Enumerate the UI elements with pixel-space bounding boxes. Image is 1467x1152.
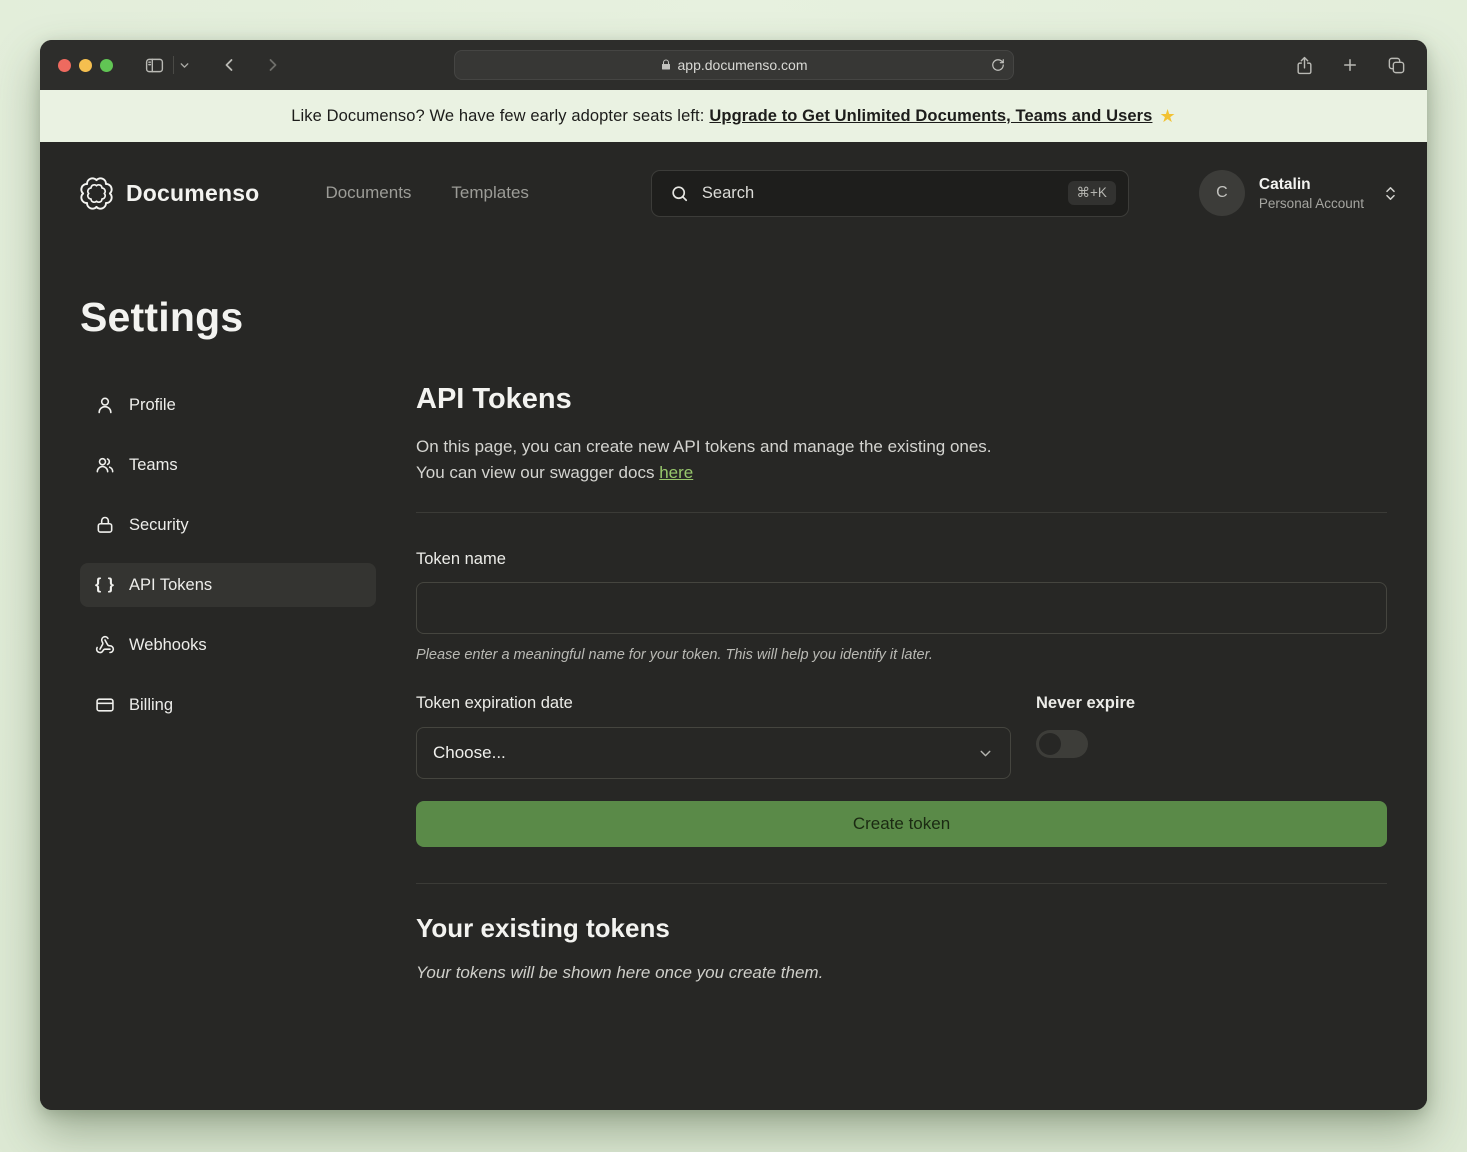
token-name-input[interactable] — [416, 582, 1387, 634]
sidebar-item-api-tokens[interactable]: { } API Tokens — [80, 563, 376, 607]
sidebar-item-label: Security — [129, 516, 189, 535]
search-shortcut: ⌘+K — [1068, 181, 1116, 205]
lock-glyph — [660, 59, 672, 71]
tabs-icon — [1387, 56, 1406, 75]
sidebar-toggle-button[interactable] — [139, 50, 169, 80]
expiry-field: Token expiration date Choose... — [416, 694, 1011, 779]
search-input[interactable]: Search ⌘+K — [651, 170, 1129, 217]
promo-banner: Like Documenso? We have few early adopte… — [40, 90, 1427, 142]
avatar-initial: C — [1216, 184, 1228, 202]
sidebar-item-label: Teams — [129, 456, 178, 475]
sidebar-item-label: Billing — [129, 696, 173, 715]
tab-overview-button[interactable] — [1381, 50, 1411, 80]
sidebar-item-security[interactable]: Security — [80, 503, 376, 547]
toggle-knob — [1039, 733, 1061, 755]
expiry-label: Token expiration date — [416, 694, 573, 712]
chevrons-up-down-icon — [1382, 185, 1399, 202]
chevron-left-icon — [219, 55, 239, 75]
description-line2: You can view our swagger docs — [416, 463, 654, 482]
search-placeholder: Search — [702, 184, 1055, 203]
account-text: Catalin Personal Account — [1259, 176, 1364, 211]
expiry-row: Token expiration date Choose... Never ex… — [416, 694, 1387, 779]
account-menu[interactable]: C Catalin Personal Account — [1199, 170, 1399, 216]
expiry-select[interactable]: Choose... — [416, 727, 1011, 779]
tab-group-chevron-button[interactable] — [178, 59, 198, 72]
address-bar[interactable]: app.documenso.com — [454, 50, 1014, 80]
swagger-docs-link[interactable]: here — [659, 463, 693, 482]
nav-templates[interactable]: Templates — [451, 183, 528, 203]
sidebar-item-billing[interactable]: Billing — [80, 683, 376, 727]
brand-name: Documenso — [126, 180, 259, 207]
sidebar-item-label: Profile — [129, 396, 176, 415]
lock-icon — [660, 59, 672, 71]
app-header: Documenso Documents Templates Search ⌘+K… — [40, 142, 1427, 244]
chevron-down-icon — [977, 745, 994, 762]
description-line1: On this page, you can create new API tok… — [416, 437, 992, 456]
main-nav: Documents Templates — [325, 183, 528, 203]
create-token-button[interactable]: Create token — [416, 801, 1387, 847]
url-text: app.documenso.com — [678, 57, 808, 73]
settings-sidebar: Profile Teams Security — [80, 383, 376, 983]
lock-icon — [94, 515, 116, 535]
star-icon: ★ — [1159, 106, 1175, 127]
token-name-hint: Please enter a meaningful name for your … — [416, 647, 1387, 663]
never-expire-toggle[interactable] — [1036, 730, 1088, 758]
settings-page: Settings Profile Teams — [40, 244, 1427, 983]
sidebar-item-teams[interactable]: Teams — [80, 443, 376, 487]
webhook-icon — [94, 635, 116, 655]
sidebar-icon — [144, 55, 165, 76]
never-expire-label: Never expire — [1036, 694, 1135, 712]
banner-text: Like Documenso? We have few early adopte… — [291, 107, 704, 126]
avatar: C — [1199, 170, 1245, 216]
nav-documents[interactable]: Documents — [325, 183, 411, 203]
expiry-selected-value: Choose... — [433, 743, 977, 763]
section-heading: API Tokens — [416, 383, 1387, 416]
chevron-right-icon — [263, 55, 283, 75]
app-content: Documenso Documents Templates Search ⌘+K… — [40, 142, 1427, 1110]
plus-icon — [1341, 56, 1359, 74]
section-description: On this page, you can create new API tok… — [416, 434, 1387, 486]
never-expire-field: Never expire — [1036, 694, 1135, 779]
minimize-window-button[interactable] — [79, 59, 92, 72]
new-tab-button[interactable] — [1335, 50, 1365, 80]
reload-button[interactable] — [991, 58, 1005, 72]
divider — [416, 512, 1387, 513]
sidebar-item-label: API Tokens — [129, 576, 212, 595]
credit-card-icon — [94, 695, 116, 715]
sidebar-item-webhooks[interactable]: Webhooks — [80, 623, 376, 667]
account-name: Catalin — [1259, 176, 1364, 194]
brand[interactable]: Documenso — [80, 177, 259, 210]
existing-tokens-empty-text: Your tokens will be shown here once you … — [416, 963, 1387, 983]
close-window-button[interactable] — [58, 59, 71, 72]
search-icon — [670, 184, 689, 203]
share-icon — [1295, 56, 1314, 75]
existing-tokens-heading: Your existing tokens — [416, 913, 1387, 944]
token-name-label: Token name — [416, 550, 1387, 569]
traffic-lights — [58, 59, 113, 72]
forward-button[interactable] — [258, 50, 288, 80]
browser-toolbar: app.documenso.com — [40, 40, 1427, 90]
sidebar-item-profile[interactable]: Profile — [80, 383, 376, 427]
back-button[interactable] — [214, 50, 244, 80]
users-icon — [94, 455, 116, 475]
chevron-down-icon — [178, 59, 191, 72]
browser-window: app.documenso.com — [40, 40, 1427, 1110]
upgrade-link[interactable]: Upgrade to Get Unlimited Documents, Team… — [709, 107, 1152, 126]
api-tokens-panel: API Tokens On this page, you can create … — [416, 383, 1387, 983]
user-icon — [94, 395, 116, 415]
page-title: Settings — [80, 294, 1387, 341]
share-button[interactable] — [1289, 50, 1319, 80]
zoom-window-button[interactable] — [100, 59, 113, 72]
documenso-logo-icon — [80, 177, 113, 210]
reload-icon — [991, 58, 1005, 72]
divider — [416, 883, 1387, 884]
toolbar-separator — [173, 56, 174, 74]
sidebar-item-label: Webhooks — [129, 636, 207, 655]
braces-icon: { } — [94, 576, 116, 594]
account-type: Personal Account — [1259, 196, 1364, 211]
